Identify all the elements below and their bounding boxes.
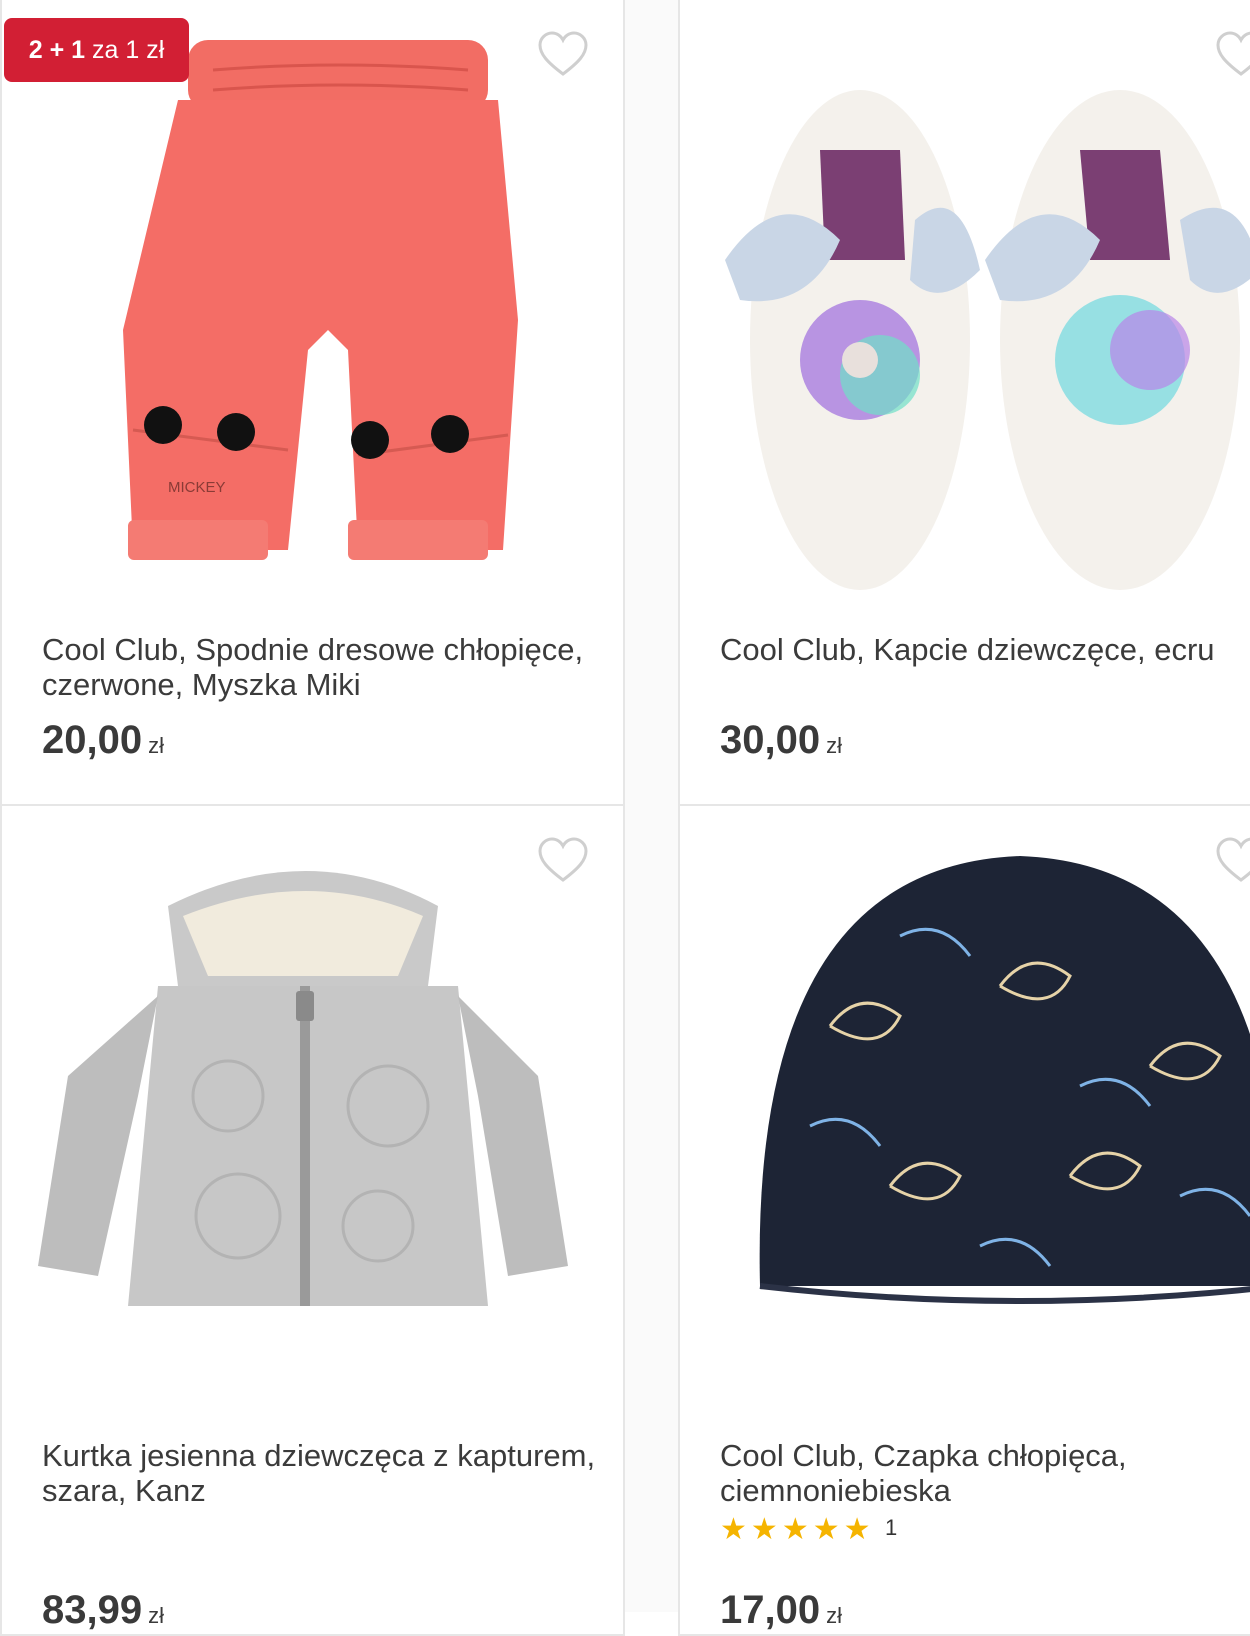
- promo-badge: 2 + 1 za 1 zł: [4, 18, 189, 82]
- product-price: 20,00 zł: [42, 718, 164, 763]
- review-count[interactable]: 1: [885, 1515, 897, 1541]
- slippers-image[interactable]: [720, 30, 1250, 590]
- star-icon: ★: [781, 1513, 809, 1546]
- jacket-image[interactable]: [38, 846, 598, 1406]
- star-icon: ★: [843, 1513, 871, 1546]
- product-title[interactable]: Cool Club, Czapka chłopięca, ciemnoniebi…: [720, 1438, 1250, 1508]
- promo-badge-rest: za 1 zł: [92, 36, 165, 64]
- pants-print-text: MICKEY: [168, 479, 226, 496]
- beanie-image[interactable]: [750, 846, 1250, 1406]
- price-value: 17,00: [720, 1588, 821, 1632]
- product-card[interactable]: MICKEY 2 + 1 za 1 zł Cool Club, Spodnie …: [0, 0, 625, 806]
- price-currency: zł: [148, 1603, 164, 1628]
- heart-icon[interactable]: [1215, 30, 1250, 78]
- price-currency: zł: [148, 733, 164, 758]
- heart-icon[interactable]: [537, 836, 589, 884]
- product-card[interactable]: Cool Club, Czapka chłopięca, ciemnoniebi…: [678, 806, 1250, 1636]
- heart-icon[interactable]: [537, 30, 589, 78]
- promo-badge-main: 2 + 1: [28, 36, 86, 64]
- pants-image[interactable]: MICKEY: [38, 30, 598, 590]
- product-card[interactable]: Cool Club, Kapcie dziewczęce, ecru 30,00…: [678, 0, 1250, 806]
- heart-icon[interactable]: [1215, 836, 1250, 884]
- product-title[interactable]: Cool Club, Spodnie dresowe chłopięce, cz…: [42, 632, 602, 702]
- price-value: 20,00: [42, 718, 143, 762]
- price-value: 30,00: [720, 718, 821, 762]
- product-price: 30,00 zł: [720, 718, 842, 763]
- product-card[interactable]: Kurtka jesienna dziewczęca z kapturem, s…: [0, 806, 625, 1636]
- grid-gap: [625, 0, 678, 1612]
- star-icon: ★: [812, 1513, 840, 1546]
- star-icon: ★: [720, 1513, 747, 1546]
- star-icon: ★: [750, 1513, 778, 1546]
- price-currency: zł: [826, 733, 842, 758]
- price-currency: zł: [826, 1603, 842, 1628]
- price-value: 83,99: [42, 1588, 143, 1632]
- product-price: 83,99 zł: [42, 1588, 164, 1633]
- product-title[interactable]: Cool Club, Kapcie dziewczęce, ecru: [720, 632, 1250, 667]
- product-title[interactable]: Kurtka jesienna dziewczęca z kapturem, s…: [42, 1438, 602, 1508]
- product-price: 17,00 zł: [720, 1588, 842, 1633]
- rating-stars: ★ ★ ★ ★ ★ 1: [720, 1512, 897, 1547]
